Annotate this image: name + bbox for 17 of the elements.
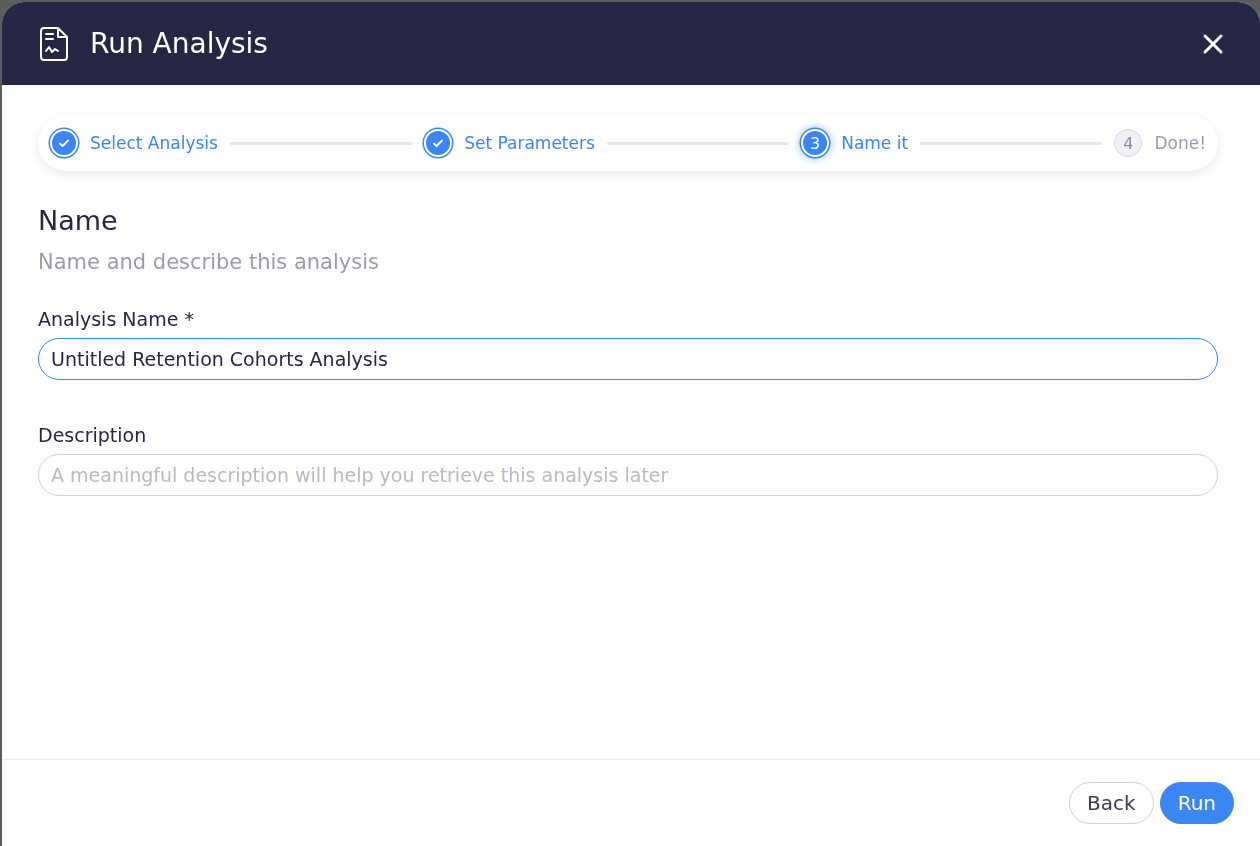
step-indicator: 3 [801,129,830,157]
run-button[interactable]: Run [1159,782,1234,824]
field-label: Description [38,424,148,446]
step-label[interactable]: Set Parameters [464,133,595,153]
input-field[interactable]: Untitled Retention Cohorts Analysis [38,338,1218,380]
close-button[interactable] [1202,32,1224,55]
back-button[interactable]: Back [1069,782,1154,824]
field-label: Analysis Name * [38,308,195,330]
step-indicator: 4 [1114,129,1143,157]
step-label[interactable]: Select Analysis [90,133,218,153]
dialog-title: Run Analysis [90,27,269,60]
step-label[interactable]: Name it [841,133,909,153]
step-label[interactable]: Done! [1154,133,1206,153]
section-heading: Name [38,205,119,236]
section-subtitle: Name and describe this analysis [38,250,380,274]
document-chart-icon [40,25,70,62]
input-field[interactable]: A meaningful description will help you retrieve this analysis later [38,454,1218,496]
